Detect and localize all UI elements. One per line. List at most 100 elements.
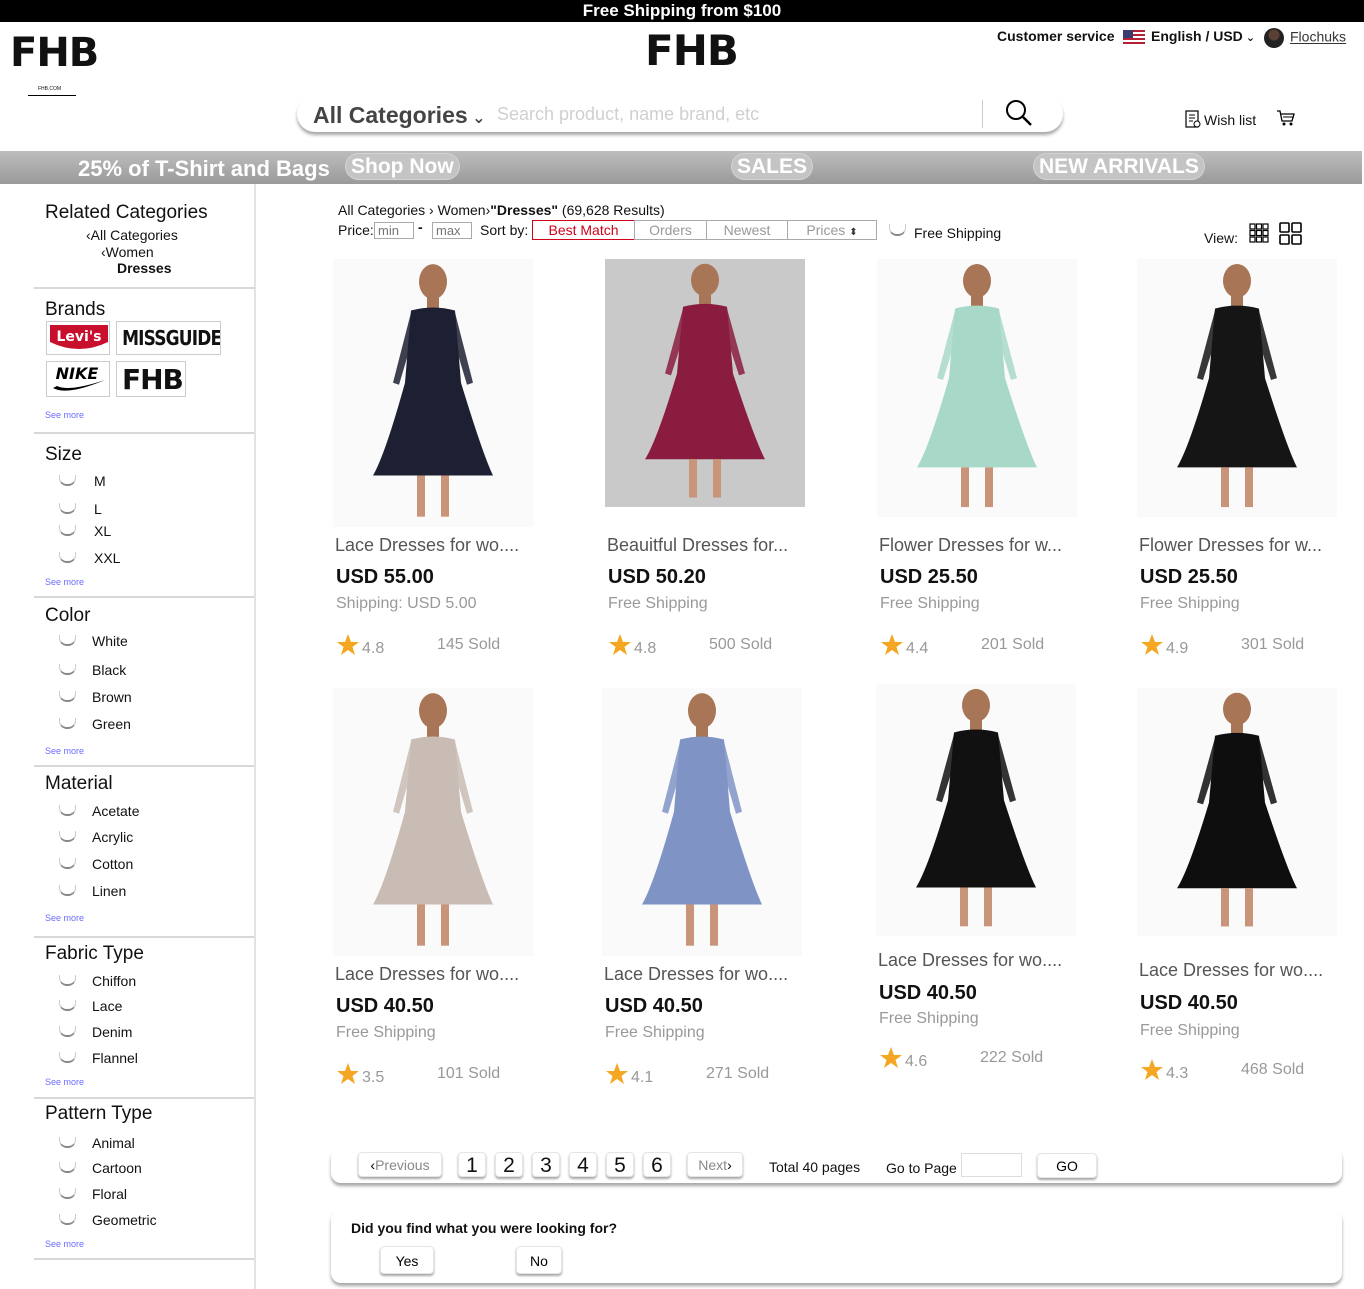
checkbox[interactable] (59, 1137, 76, 1148)
product-card[interactable]: Lace Dresses for wo.... USD 40.50 Free Shi… (1137, 688, 1337, 1088)
sort-orders[interactable]: Orders (634, 220, 707, 240)
go-button[interactable]: GO (1037, 1153, 1097, 1178)
color-see-more-link[interactable]: See more (45, 746, 84, 756)
checkbox[interactable] (59, 831, 76, 842)
feedback-no-button[interactable]: No (516, 1246, 562, 1274)
product-card[interactable]: Beauitful Dresses for... USD 50.20 Free Sh… (605, 259, 805, 663)
sales-link[interactable]: SALES (731, 153, 814, 180)
product-image[interactable] (877, 259, 1077, 517)
material-see-more-link[interactable]: See more (45, 913, 84, 923)
checkbox[interactable] (59, 805, 76, 816)
product-image[interactable] (1137, 688, 1337, 936)
language-currency-select[interactable]: English / USD ⌄ (1123, 28, 1255, 45)
grid-small-view-button[interactable] (1249, 222, 1269, 249)
cart-button[interactable] (1276, 109, 1296, 132)
product-card[interactable]: Lace Dresses for wo.... USD 40.50 Free Shi… (333, 688, 533, 1092)
next-page-button[interactable]: Next› (687, 1152, 743, 1177)
sort-prices[interactable]: Prices ⬍ (787, 220, 877, 240)
checkbox[interactable] (59, 525, 76, 536)
price-min-input[interactable] (374, 222, 414, 239)
product-card[interactable]: Lace Dresses for wo.... USD 55.00 Shipping… (333, 259, 533, 663)
checkbox[interactable] (59, 503, 76, 514)
go-to-page-input[interactable] (961, 1153, 1022, 1177)
product-card[interactable]: Lace Dresses for wo.... USD 40.50 Free Shi… (602, 688, 802, 1092)
checkbox[interactable] (59, 718, 76, 729)
brands-see-more-link[interactable]: See more (45, 410, 84, 420)
product-title[interactable]: Lace Dresses for wo.... (335, 535, 519, 556)
product-image[interactable] (1137, 259, 1337, 517)
price-max-input[interactable] (432, 222, 472, 239)
page-5-button[interactable]: 5 (606, 1152, 634, 1177)
checkbox[interactable] (59, 635, 76, 646)
checkbox[interactable] (59, 552, 76, 563)
checkbox[interactable] (59, 1188, 76, 1199)
product-image[interactable] (602, 688, 802, 956)
checkbox[interactable] (59, 1000, 76, 1011)
page-3-button[interactable]: 3 (532, 1152, 560, 1177)
search-button[interactable] (1003, 98, 1035, 130)
checkbox[interactable] (59, 975, 76, 986)
breadcrumb-women[interactable]: Women (438, 202, 486, 218)
checkbox[interactable] (59, 1026, 76, 1037)
sort-best-match[interactable]: Best Match (532, 220, 635, 240)
page-6-button[interactable]: 6 (643, 1152, 671, 1177)
pattern-type-title: Pattern Type (45, 1103, 153, 1124)
checkbox[interactable] (59, 691, 76, 702)
grid-large-view-button[interactable] (1279, 222, 1303, 251)
page-1-button[interactable]: 1 (458, 1152, 486, 1177)
checkbox[interactable] (59, 1214, 76, 1225)
user-account-link[interactable]: Flochuks (1264, 28, 1346, 48)
search-input[interactable] (497, 100, 983, 128)
brand-missguided[interactable]: MISSGUIDED (116, 321, 221, 355)
option-label: Cotton (92, 856, 134, 872)
related-category-women[interactable]: ‹Women (101, 244, 154, 260)
checkbox[interactable] (59, 885, 76, 896)
product-card[interactable]: Lace Dresses for wo.... USD 40.50 Free Shi… (876, 684, 1076, 1076)
shop-now-button[interactable]: Shop Now (345, 153, 460, 180)
product-card[interactable]: Flower Dresses for w... USD 25.50 Free Shi… (1137, 259, 1337, 663)
brand-fhb[interactable]: FHB (116, 361, 186, 397)
sort-newest[interactable]: Newest (706, 220, 788, 240)
wish-list-link[interactable]: Wish list (1185, 110, 1256, 128)
product-title[interactable]: Flower Dresses for w... (1139, 535, 1322, 556)
fabric-see-more-link[interactable]: See more (45, 1077, 84, 1087)
grid-large-icon (1279, 222, 1302, 245)
product-title[interactable]: Lace Dresses for wo.... (335, 964, 519, 985)
results-count: (69,628 Results) (561, 202, 665, 218)
feedback-yes-button[interactable]: Yes (380, 1246, 434, 1274)
product-image[interactable] (876, 684, 1076, 936)
category-select[interactable]: All Categories ⌄ (313, 102, 486, 129)
pattern-see-more-link[interactable]: See more (45, 1239, 84, 1249)
product-card[interactable]: Flower Dresses for w... USD 25.50 Free Shi… (877, 259, 1077, 663)
product-title[interactable]: Lace Dresses for wo.... (1139, 960, 1323, 981)
brand-levis[interactable]: Levi's (46, 321, 110, 355)
page-4-button[interactable]: 4 (569, 1152, 597, 1177)
product-image[interactable] (605, 259, 805, 507)
checkbox[interactable] (59, 475, 76, 486)
product-title[interactable]: Beauitful Dresses for... (607, 535, 788, 556)
customer-service-link[interactable]: Customer service (997, 28, 1115, 44)
checkbox[interactable] (59, 664, 76, 675)
size-see-more-link[interactable]: See more (45, 577, 84, 587)
brand-nike[interactable]: NIKE (46, 361, 110, 397)
product-title[interactable]: Flower Dresses for w... (879, 535, 1062, 556)
site-logo[interactable]: FHB FHB.COM (10, 30, 99, 106)
page-2-button[interactable]: 2 (495, 1152, 523, 1177)
checkbox[interactable] (59, 858, 76, 869)
center-logo[interactable]: FHB (645, 26, 739, 75)
option-label: Black (92, 662, 127, 678)
product-shipping: Free Shipping (1140, 595, 1240, 612)
checkbox[interactable] (59, 1052, 76, 1063)
product-image[interactable] (333, 688, 533, 956)
product-title[interactable]: Lace Dresses for wo.... (604, 964, 788, 985)
checkbox[interactable] (59, 1162, 76, 1173)
previous-page-button[interactable]: ‹Previous (358, 1152, 442, 1177)
product-image[interactable] (333, 259, 533, 527)
product-title[interactable]: Lace Dresses for wo.... (878, 950, 1062, 971)
related-category-all[interactable]: ‹All Categories (86, 227, 178, 243)
free-shipping-checkbox[interactable] (889, 224, 906, 236)
breadcrumb-all-categories[interactable]: All Categories (338, 202, 425, 218)
related-category-dresses[interactable]: Dresses (117, 260, 172, 276)
new-arrivals-link[interactable]: NEW ARRIVALS (1033, 153, 1205, 180)
nike-swoosh-icon: NIKE (53, 364, 105, 391)
